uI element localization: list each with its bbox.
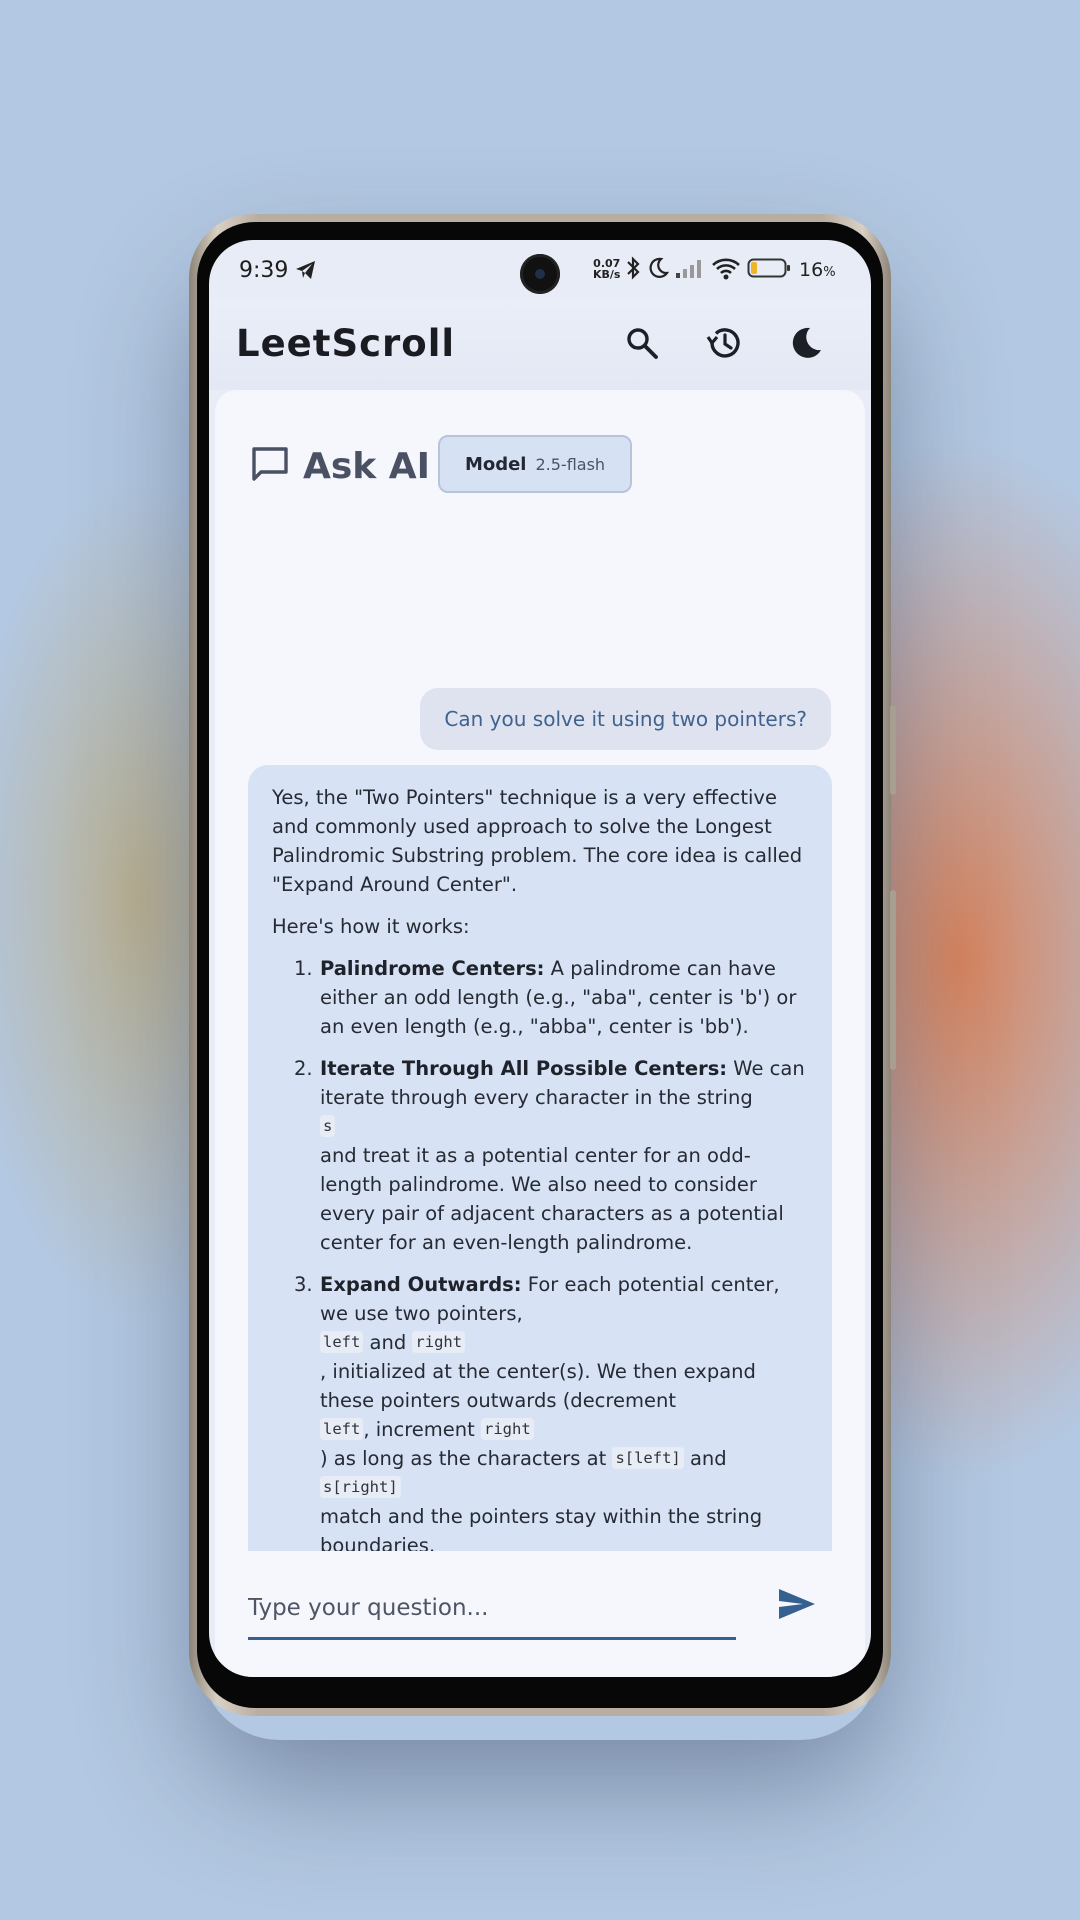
volume-button bbox=[890, 705, 896, 795]
user-message-bubble: Can you solve it using two pointers? bbox=[420, 688, 831, 750]
step-text: , initialized at the center(s). We then … bbox=[320, 1360, 756, 1412]
step-text: and bbox=[683, 1447, 727, 1470]
step-title: Expand Outwards: bbox=[320, 1273, 522, 1296]
wifi-icon bbox=[711, 256, 741, 284]
history-button[interactable] bbox=[697, 318, 751, 372]
app-screen: 9:39 0.07 KB/s 16% LeetScroll Ask AI Mod… bbox=[209, 240, 871, 1677]
network-speed: 0.07 KB/s bbox=[593, 258, 620, 280]
question-input-container bbox=[248, 1580, 736, 1640]
bluetooth-icon bbox=[625, 256, 641, 284]
inline-code: left bbox=[320, 1418, 364, 1440]
app-bar: LeetScroll bbox=[209, 300, 871, 390]
inline-code: s bbox=[320, 1115, 336, 1137]
send-icon bbox=[777, 1587, 817, 1625]
power-button bbox=[890, 890, 896, 1070]
dark-mode-button[interactable] bbox=[779, 318, 833, 372]
inline-code: right bbox=[481, 1418, 534, 1440]
dark-mode-icon bbox=[789, 326, 823, 364]
list-number: 3. bbox=[294, 1273, 313, 1296]
step-text: ) as long as the characters at bbox=[320, 1447, 613, 1470]
do-not-disturb-moon-icon bbox=[647, 256, 670, 284]
inline-code-line: s bbox=[320, 1112, 808, 1141]
model-label: Model bbox=[464, 453, 527, 475]
status-time: 9:39 bbox=[239, 258, 289, 283]
step-text: and treat it as a potential center for a… bbox=[320, 1144, 784, 1254]
model-selector-button[interactable]: Model 2.5-flash bbox=[438, 435, 632, 493]
inline-code: left bbox=[320, 1331, 364, 1353]
history-icon bbox=[705, 324, 743, 366]
search-icon bbox=[625, 326, 659, 364]
list-item: 3. Expand Outwards: For each potential ce… bbox=[272, 1270, 808, 1551]
model-value: 2.5-flash bbox=[535, 454, 606, 474]
front-camera bbox=[520, 254, 560, 294]
inline-code-line: left, increment right bbox=[320, 1415, 808, 1444]
inline-code-line: s[right] bbox=[320, 1473, 808, 1502]
step-title: Iterate Through All Possible Centers: bbox=[320, 1057, 728, 1080]
inline-code: s[left] bbox=[612, 1447, 684, 1469]
list-item: 1. Palindrome Centers: A palindrome can h… bbox=[272, 954, 808, 1041]
ai-response-bubble: Yes, the "Two Pointers" technique is a v… bbox=[248, 765, 832, 1551]
battery-icon bbox=[747, 257, 791, 283]
ask-ai-card: Ask AI Model 2.5-flash Can you solve it … bbox=[215, 390, 865, 1677]
ask-ai-title: Ask AI bbox=[303, 446, 431, 487]
telegram-icon bbox=[295, 260, 317, 284]
step-text: , increment bbox=[363, 1418, 482, 1441]
cellular-signal-icon bbox=[675, 257, 705, 283]
question-input[interactable] bbox=[248, 1580, 736, 1636]
step-text: and bbox=[363, 1331, 413, 1354]
inline-code: s[right] bbox=[320, 1476, 401, 1498]
inline-code: right bbox=[412, 1331, 466, 1353]
list-number: 1. bbox=[294, 957, 313, 980]
battery-percentage-value: 16 bbox=[799, 259, 824, 281]
app-title: LeetScroll bbox=[236, 322, 456, 365]
ai-how-text: Here's how it works: bbox=[272, 915, 470, 938]
network-speed-unit: KB/s bbox=[593, 268, 621, 281]
inline-code-line: left and right bbox=[320, 1328, 808, 1357]
battery-percentage: 16% bbox=[799, 259, 836, 281]
step-text: match and the pointers stay within the s… bbox=[320, 1505, 763, 1551]
list-number: 2. bbox=[294, 1057, 313, 1080]
status-icons: 16% bbox=[625, 256, 836, 284]
list-item: 2. Iterate Through All Possible Centers: … bbox=[272, 1054, 808, 1257]
battery-percentage-unit: % bbox=[823, 265, 836, 280]
send-button[interactable] bbox=[769, 1578, 825, 1634]
search-button[interactable] bbox=[615, 318, 669, 372]
step-title: Palindrome Centers: bbox=[320, 957, 545, 980]
ai-intro-text: Yes, the "Two Pointers" technique is a v… bbox=[272, 786, 803, 896]
steps-list: 1. Palindrome Centers: A palindrome can h… bbox=[272, 954, 808, 1551]
chat-bubble-icon bbox=[250, 444, 290, 488]
status-bar: 9:39 0.07 KB/s 16% bbox=[209, 240, 871, 300]
